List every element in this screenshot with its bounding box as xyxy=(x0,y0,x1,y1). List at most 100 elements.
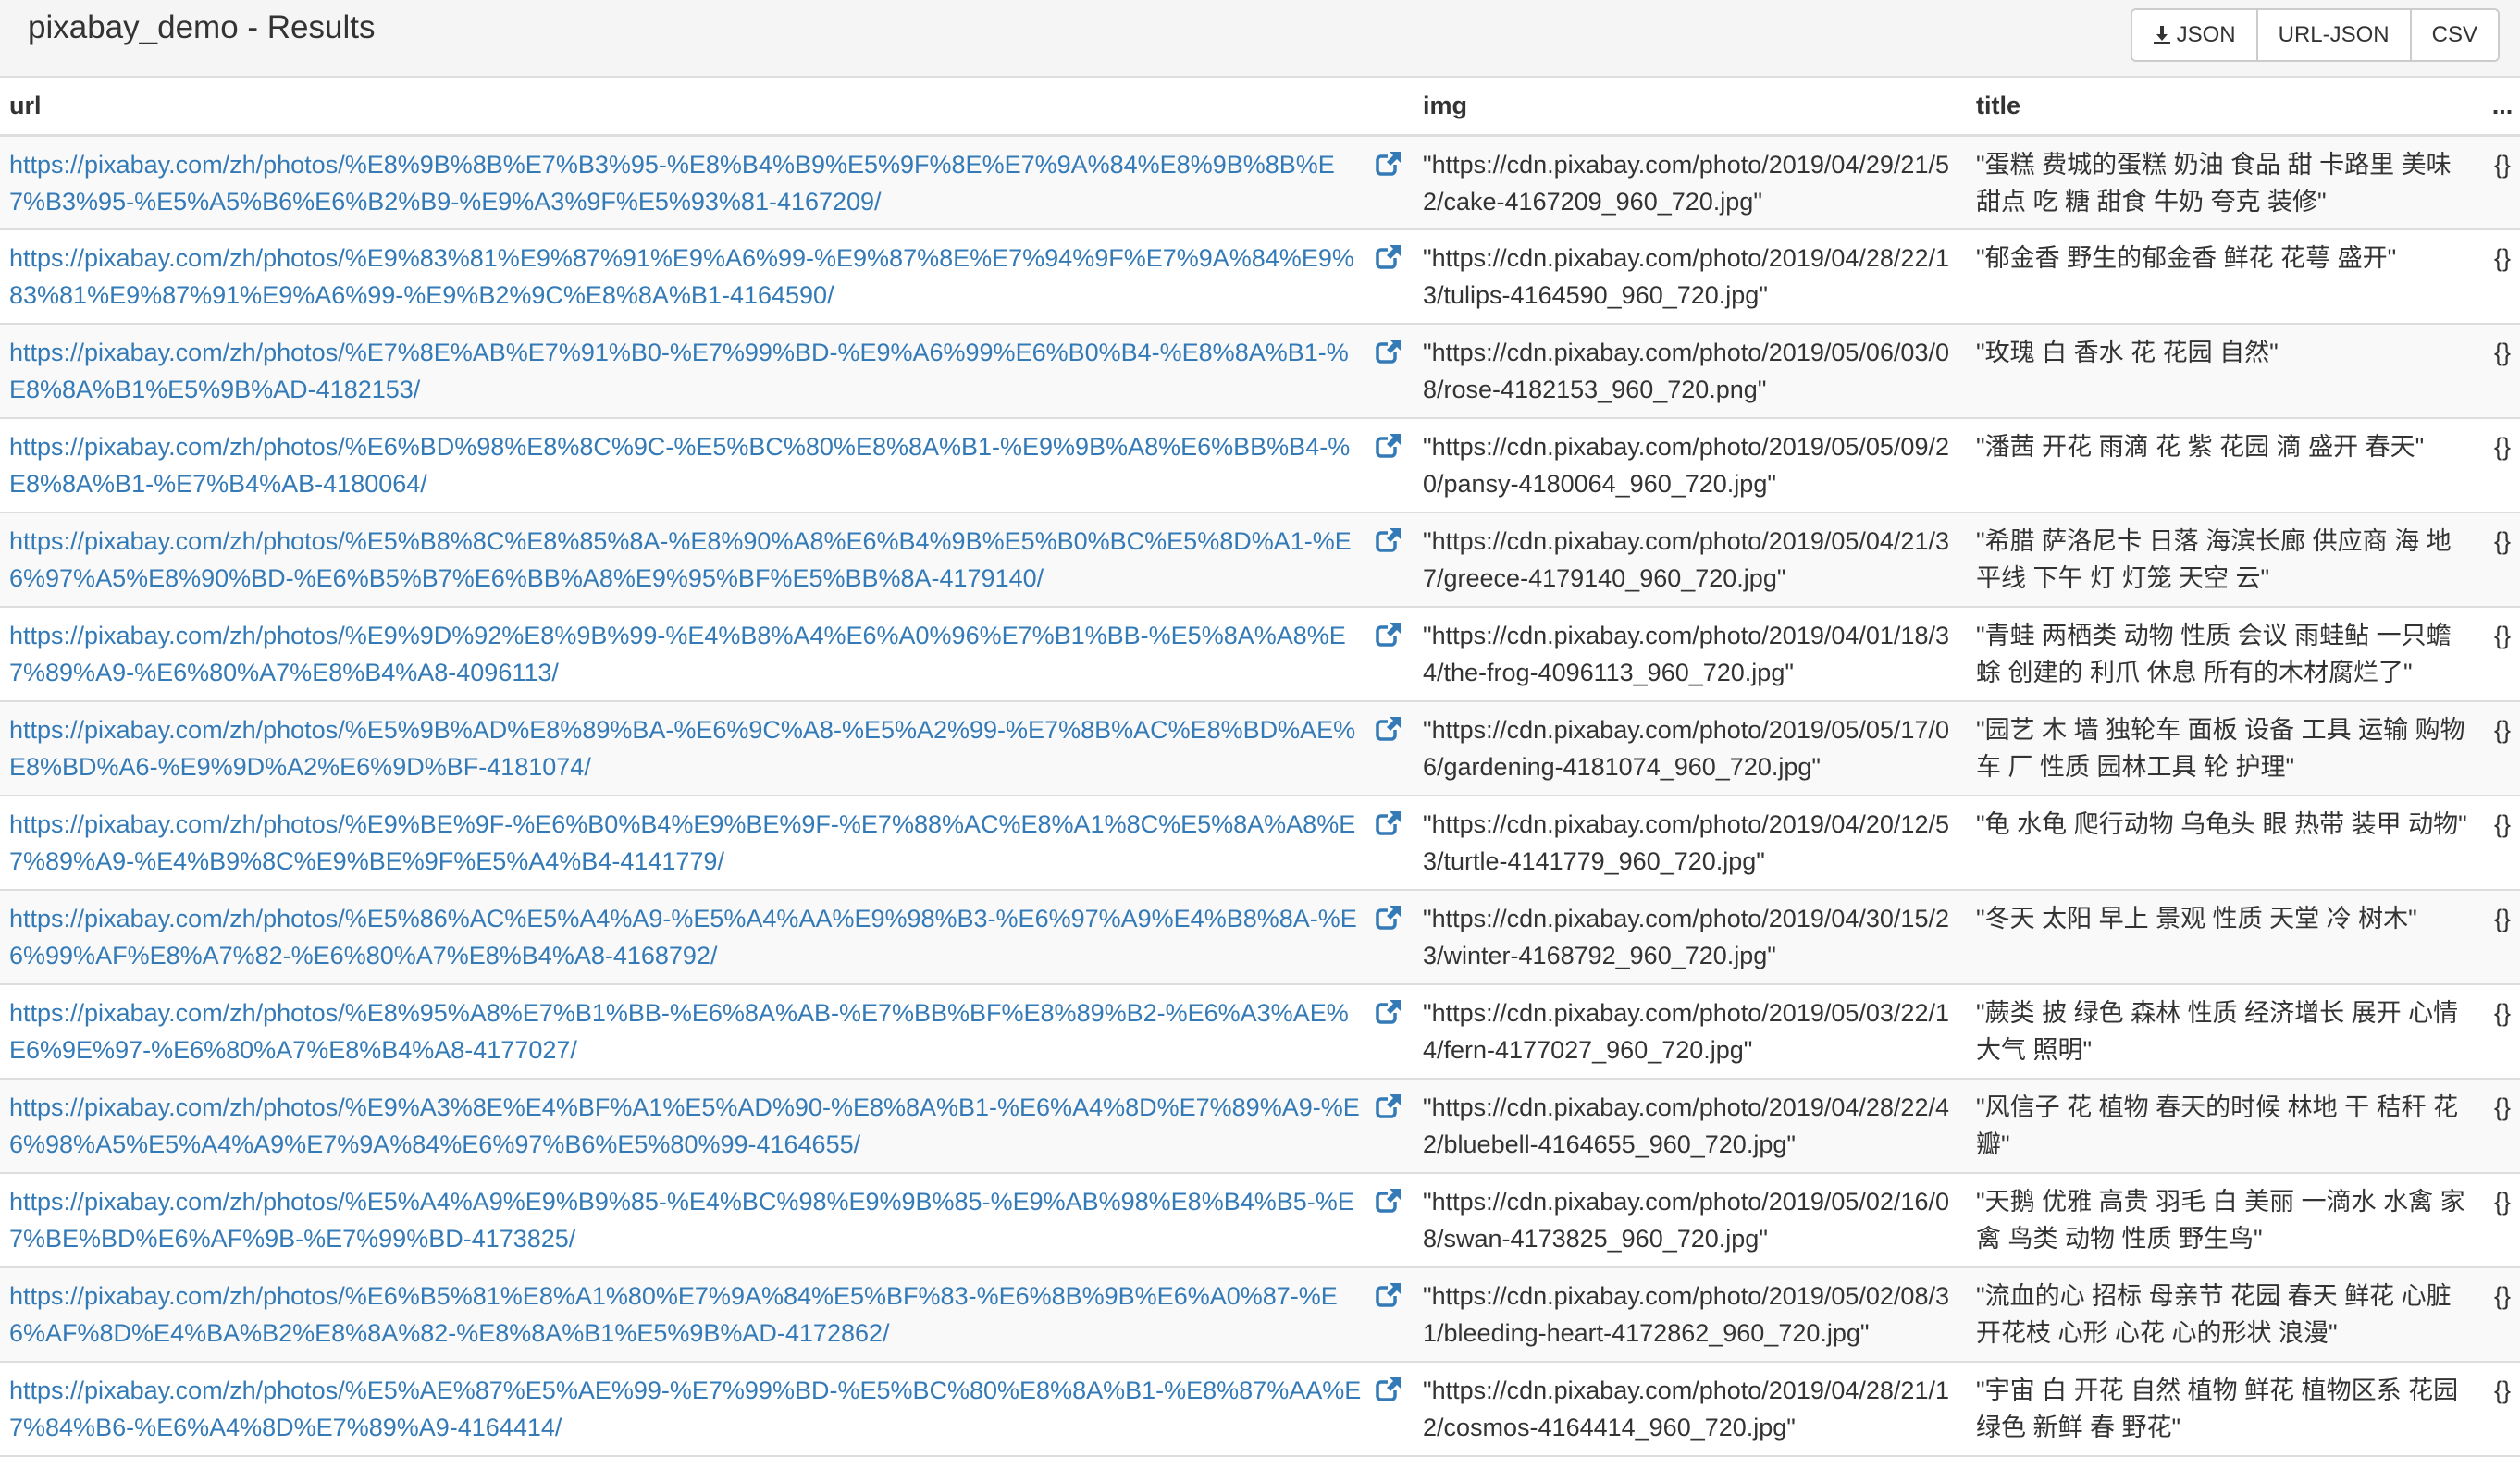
url-cell-content: https://pixabay.com/zh/photos/%E5%86%AC%… xyxy=(9,891,1404,974)
title-cell: "宇宙 白 开花 自然 植物 鲜花 植物区系 花园 绿色 新鲜 春 野花" xyxy=(1967,1362,2485,1457)
url-cell-content: https://pixabay.com/zh/photos/%E9%A3%8E%… xyxy=(9,1080,1404,1163)
table-row: https://pixabay.com/zh/photos/%E8%9B%8B%… xyxy=(0,135,2520,230)
title-value: "玫瑰 白 香水 花 花园 自然" xyxy=(1976,339,2279,366)
export-button-group: JSON URL-JSON CSV xyxy=(2130,8,2500,62)
export-csv-button[interactable]: CSV xyxy=(2411,10,2498,60)
extra-value: {} xyxy=(2493,622,2512,649)
img-cell: "https://cdn.pixabay.com/photo/2019/05/0… xyxy=(1414,418,1967,513)
table-row: https://pixabay.com/zh/photos/%E5%B8%8C%… xyxy=(0,512,2520,608)
extra-value: {} xyxy=(2493,339,2512,366)
url-cell-content: https://pixabay.com/zh/photos/%E5%9B%AD%… xyxy=(9,702,1404,785)
external-link-icon[interactable] xyxy=(1373,621,1404,648)
img-cell: "https://cdn.pixabay.com/photo/2019/05/0… xyxy=(1414,324,1967,419)
url-cell: https://pixabay.com/zh/photos/%E5%A4%A9%… xyxy=(0,1173,1414,1268)
url-link[interactable]: https://pixabay.com/zh/photos/%E5%A4%A9%… xyxy=(9,1183,1373,1257)
img-cell: "https://cdn.pixabay.com/photo/2019/04/2… xyxy=(1414,135,1967,230)
url-link[interactable]: https://pixabay.com/zh/photos/%E8%95%A8%… xyxy=(9,994,1373,1068)
export-url-json-label: URL-JSON xyxy=(2278,22,2390,47)
img-value: "https://cdn.pixabay.com/photo/2019/04/2… xyxy=(1423,810,1949,875)
url-cell: https://pixabay.com/zh/photos/%E9%9D%92%… xyxy=(0,607,1414,702)
url-link[interactable]: https://pixabay.com/zh/photos/%E5%9B%AD%… xyxy=(9,711,1373,785)
title-cell: "龟 水龟 爬行动物 乌龟头 眼 热带 装甲 动物" xyxy=(1967,796,2485,891)
external-link-icon[interactable] xyxy=(1373,1376,1404,1403)
url-link[interactable]: https://pixabay.com/zh/photos/%E5%AE%87%… xyxy=(9,1372,1373,1446)
img-cell: "https://cdn.pixabay.com/photo/2019/04/2… xyxy=(1414,1079,1967,1174)
url-link[interactable]: https://pixabay.com/zh/photos/%E8%9B%8B%… xyxy=(9,146,1373,220)
export-json-button[interactable]: JSON xyxy=(2131,10,2258,60)
url-cell: https://pixabay.com/zh/photos/%E5%86%AC%… xyxy=(0,890,1414,985)
title-value: "龟 水龟 爬行动物 乌龟头 眼 热带 装甲 动物" xyxy=(1976,810,2467,838)
external-link-icon[interactable] xyxy=(1373,432,1404,460)
extra-value: {} xyxy=(2493,716,2512,744)
title-cell: "青蛙 两栖类 动物 性质 会议 雨蛙鲇 一只蟾蜍 创建的 利爪 休息 所有的木… xyxy=(1967,607,2485,702)
extra-cell: {} xyxy=(2485,1267,2520,1363)
url-cell-content: https://pixabay.com/zh/photos/%E8%95%A8%… xyxy=(9,985,1404,1068)
extra-value: {} xyxy=(2493,150,2512,179)
external-link-icon[interactable] xyxy=(1373,1093,1404,1120)
url-link[interactable]: https://pixabay.com/zh/photos/%E5%B8%8C%… xyxy=(9,523,1373,597)
extra-value: {} xyxy=(2493,1188,2512,1216)
img-value: "https://cdn.pixabay.com/photo/2019/04/3… xyxy=(1423,905,1949,969)
url-link[interactable]: https://pixabay.com/zh/photos/%E7%8E%AB%… xyxy=(9,334,1373,408)
extra-cell: {} xyxy=(2485,984,2520,1080)
column-header-url[interactable]: url xyxy=(0,78,1414,137)
external-link-icon[interactable] xyxy=(1373,150,1404,178)
external-link-icon[interactable] xyxy=(1373,526,1404,554)
export-json-label: JSON xyxy=(2176,22,2236,47)
external-link-icon[interactable] xyxy=(1373,1187,1404,1215)
title-value: "冬天 太阳 早上 景观 性质 天堂 冷 树木" xyxy=(1976,905,2417,932)
img-value: "https://cdn.pixabay.com/photo/2019/05/0… xyxy=(1423,1188,1949,1253)
title-cell: "希腊 萨洛尼卡 日落 海滨长廊 供应商 海 地平线 下午 灯 灯笼 天空 云" xyxy=(1967,512,2485,608)
url-link[interactable]: https://pixabay.com/zh/photos/%E9%83%81%… xyxy=(9,240,1373,314)
extra-cell: {} xyxy=(2485,701,2520,796)
table-row: https://pixabay.com/zh/photos/%E5%AE%87%… xyxy=(0,1362,2520,1457)
extra-value: {} xyxy=(2493,1377,2512,1404)
column-header-more[interactable]: ... xyxy=(2485,78,2520,137)
table-row: https://pixabay.com/zh/photos/%E6%B5%81%… xyxy=(0,1267,2520,1363)
title-value: "风信子 花 植物 春天的时候 林地 干 秸秆 花瓣" xyxy=(1976,1093,2459,1158)
url-link[interactable]: https://pixabay.com/zh/photos/%E6%B5%81%… xyxy=(9,1278,1373,1352)
url-cell-content: https://pixabay.com/zh/photos/%E8%9B%8B%… xyxy=(9,137,1404,220)
external-link-icon[interactable] xyxy=(1373,243,1404,271)
url-link[interactable]: https://pixabay.com/zh/photos/%E9%A3%8E%… xyxy=(9,1089,1373,1163)
column-header-img[interactable]: img xyxy=(1414,78,1967,137)
extra-value: {} xyxy=(2493,433,2512,461)
url-link[interactable]: https://pixabay.com/zh/photos/%E5%86%AC%… xyxy=(9,900,1373,974)
url-cell: https://pixabay.com/zh/photos/%E8%9B%8B%… xyxy=(0,135,1414,230)
url-link[interactable]: https://pixabay.com/zh/photos/%E9%BE%9F-… xyxy=(9,806,1373,880)
extra-cell: {} xyxy=(2485,1362,2520,1457)
external-link-icon[interactable] xyxy=(1373,1281,1404,1309)
url-link[interactable]: https://pixabay.com/zh/photos/%E6%BD%98%… xyxy=(9,428,1373,502)
title-value: "蛋糕 费城的蛋糕 奶油 食品 甜 卡路里 美味 甜点 吃 糖 甜食 牛奶 夸克… xyxy=(1976,150,2452,216)
external-link-icon[interactable] xyxy=(1373,809,1404,837)
title-value: "园艺 木 墙 独轮车 面板 设备 工具 运输 购物车 厂 性质 园林工具 轮 … xyxy=(1976,716,2465,781)
title-value: "宇宙 白 开花 自然 植物 鲜花 植物区系 花园 绿色 新鲜 春 野花" xyxy=(1976,1377,2459,1441)
external-link-icon[interactable] xyxy=(1373,904,1404,932)
external-link-icon[interactable] xyxy=(1373,338,1404,365)
column-header-title[interactable]: title xyxy=(1967,78,2485,137)
extra-cell: {} xyxy=(2485,135,2520,230)
export-csv-label: CSV xyxy=(2431,22,2477,47)
title-cell: "风信子 花 植物 春天的时候 林地 干 秸秆 花瓣" xyxy=(1967,1079,2485,1174)
title-value: "蕨类 披 绿色 森林 性质 经济增长 展开 心情 大气 照明" xyxy=(1976,999,2459,1064)
results-table: url img title ... https://pixabay.com/zh… xyxy=(0,78,2520,1457)
url-cell-content: https://pixabay.com/zh/photos/%E9%83%81%… xyxy=(9,230,1404,314)
external-link-icon[interactable] xyxy=(1373,715,1404,743)
url-link[interactable]: https://pixabay.com/zh/photos/%E9%9D%92%… xyxy=(9,617,1373,691)
export-url-json-button[interactable]: URL-JSON xyxy=(2257,10,2412,60)
title-value: "流血的心 招标 母亲节 花园 春天 鲜花 心脏开花枝 心形 心花 心的形状 浪… xyxy=(1976,1282,2452,1347)
extra-cell: {} xyxy=(2485,1173,2520,1268)
table-row: https://pixabay.com/zh/photos/%E5%86%AC%… xyxy=(0,890,2520,985)
extra-cell: {} xyxy=(2485,418,2520,513)
results-header: pixabay_demo - Results JSON URL-JSON CSV xyxy=(0,0,2520,78)
url-cell: https://pixabay.com/zh/photos/%E6%B5%81%… xyxy=(0,1267,1414,1363)
extra-value: {} xyxy=(2493,1282,2512,1310)
extra-cell: {} xyxy=(2485,229,2520,325)
external-link-icon[interactable] xyxy=(1373,998,1404,1026)
url-cell: https://pixabay.com/zh/photos/%E8%95%A8%… xyxy=(0,984,1414,1080)
url-cell-content: https://pixabay.com/zh/photos/%E5%A4%A9%… xyxy=(9,1174,1404,1257)
url-cell-content: https://pixabay.com/zh/photos/%E7%8E%AB%… xyxy=(9,325,1404,408)
img-cell: "https://cdn.pixabay.com/photo/2019/04/0… xyxy=(1414,607,1967,702)
img-cell: "https://cdn.pixabay.com/photo/2019/04/2… xyxy=(1414,796,1967,891)
extra-value: {} xyxy=(2493,905,2512,932)
